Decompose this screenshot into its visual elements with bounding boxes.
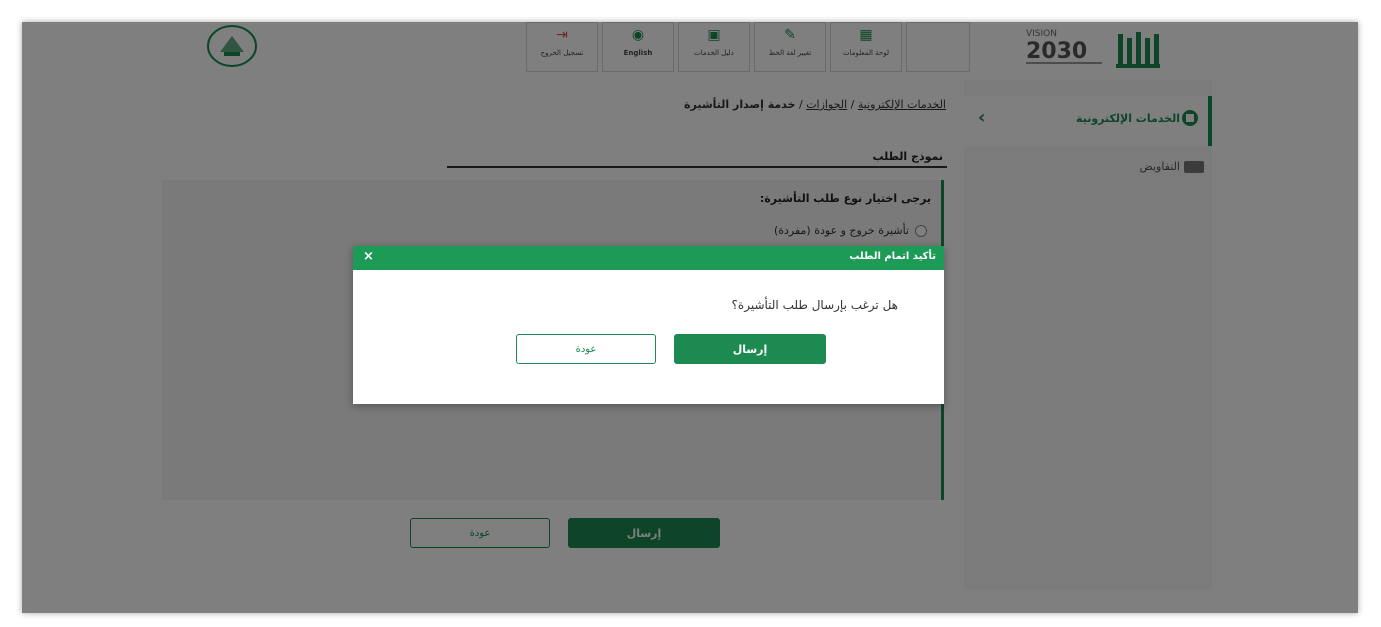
close-icon[interactable]: × [363, 249, 374, 264]
confirm-modal: تأكيد اتمام الطلب × هل ترغب بإرسال طلب ا… [353, 246, 944, 404]
browser-frame: ⇥ تسجيل الخروج ◉ English ▣ دليل الخدمات … [22, 22, 1358, 613]
modal-send-button[interactable]: إرسال [674, 334, 826, 364]
modal-back-button[interactable]: عودة [516, 334, 656, 364]
modal-header: تأكيد اتمام الطلب × [353, 246, 944, 270]
modal-title: تأكيد اتمام الطلب [849, 251, 936, 262]
modal-question: هل ترغب بإرسال طلب التأشيرة؟ [731, 298, 898, 312]
